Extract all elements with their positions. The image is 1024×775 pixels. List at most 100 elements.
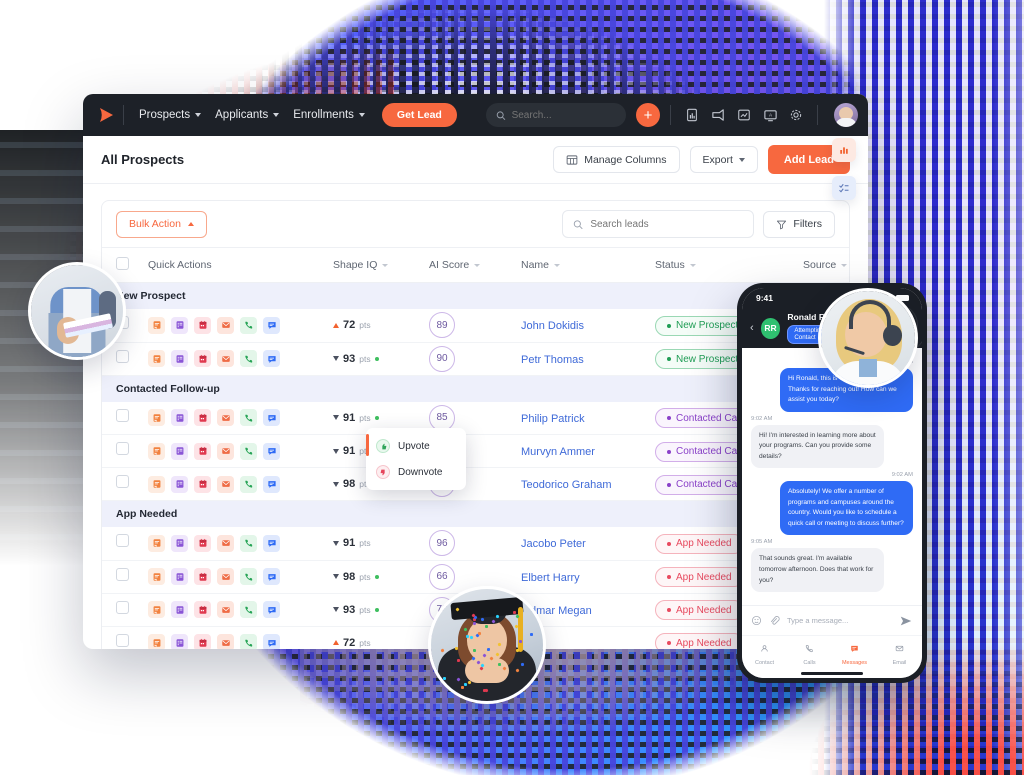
- row-checkbox[interactable]: [116, 634, 129, 647]
- column-quick-actions[interactable]: Quick Actions: [134, 248, 319, 283]
- row-checkbox[interactable]: [116, 409, 129, 422]
- task-icon[interactable]: [171, 568, 188, 585]
- email-icon[interactable]: [217, 409, 234, 426]
- note-icon[interactable]: [148, 535, 165, 552]
- name-cell[interactable]: Philip Patrick: [507, 402, 641, 435]
- phone-icon[interactable]: [240, 443, 257, 460]
- calendar-icon[interactable]: [194, 476, 211, 493]
- row-checkbox[interactable]: [116, 568, 129, 581]
- email-icon[interactable]: [217, 443, 234, 460]
- prospect-name[interactable]: Murvyn Ammer: [521, 446, 595, 458]
- prospect-name[interactable]: Petr Thomas: [521, 354, 584, 366]
- sms-icon[interactable]: [263, 317, 280, 334]
- calendar-icon[interactable]: [194, 350, 211, 367]
- filters-button[interactable]: Filters: [763, 211, 835, 238]
- sms-icon[interactable]: [263, 409, 280, 426]
- play-triangle-logo[interactable]: [93, 102, 119, 128]
- search-leads[interactable]: [562, 210, 754, 238]
- sms-icon[interactable]: [263, 601, 280, 618]
- email-icon[interactable]: [217, 535, 234, 552]
- task-icon[interactable]: [171, 476, 188, 493]
- prospect-name[interactable]: Teodorico Graham: [521, 479, 612, 491]
- calendar-icon[interactable]: [194, 535, 211, 552]
- email-icon[interactable]: [217, 476, 234, 493]
- message-input-placeholder[interactable]: Type a message...: [787, 616, 892, 625]
- calendar-icon[interactable]: [194, 568, 211, 585]
- phone-tab-contact[interactable]: Contact: [742, 636, 787, 669]
- name-cell[interactable]: Teodorico Graham: [507, 468, 641, 501]
- prospect-name[interactable]: Elbert Harry: [521, 572, 580, 584]
- name-cell[interactable]: Petr Thomas: [507, 342, 641, 375]
- export-button[interactable]: Export: [690, 146, 758, 173]
- get-lead-button[interactable]: Get Lead: [382, 103, 457, 127]
- task-icon[interactable]: [171, 535, 188, 552]
- task-icon[interactable]: [171, 443, 188, 460]
- search-input[interactable]: [512, 110, 616, 121]
- calendar-icon[interactable]: [194, 443, 211, 460]
- column-ai-score[interactable]: AI Score: [415, 248, 507, 283]
- prospect-name[interactable]: Jacobo Peter: [521, 538, 586, 550]
- column-shape-iq[interactable]: Shape IQ: [319, 248, 415, 283]
- prospect-name[interactable]: Philip Patrick: [521, 413, 585, 425]
- note-icon[interactable]: [148, 443, 165, 460]
- sms-icon[interactable]: [263, 476, 280, 493]
- analytics-icon[interactable]: [733, 104, 755, 126]
- column-source[interactable]: Source: [789, 248, 849, 283]
- name-cell[interactable]: Murvyn Ammer: [507, 435, 641, 468]
- note-icon[interactable]: [148, 476, 165, 493]
- task-icon[interactable]: [171, 317, 188, 334]
- note-icon[interactable]: [148, 601, 165, 618]
- search-leads-input[interactable]: [590, 219, 743, 230]
- task-icon[interactable]: [171, 601, 188, 618]
- announcement-icon[interactable]: [707, 104, 729, 126]
- message-thread[interactable]: 9:00 AMHi Ronald, this is Casey from Acm…: [742, 348, 922, 605]
- note-icon[interactable]: [148, 317, 165, 334]
- name-cell[interactable]: Jacobo Peter: [507, 527, 641, 560]
- email-icon[interactable]: [217, 317, 234, 334]
- global-search[interactable]: [486, 103, 626, 127]
- phone-icon[interactable]: [240, 350, 257, 367]
- column-name[interactable]: Name: [507, 248, 641, 283]
- gear-icon[interactable]: [785, 104, 807, 126]
- bulk-action-button[interactable]: Bulk Action: [116, 211, 207, 238]
- prospect-name[interactable]: John Dokidis: [521, 320, 584, 332]
- back-icon[interactable]: ‹: [750, 322, 754, 334]
- sms-icon[interactable]: [263, 443, 280, 460]
- row-checkbox[interactable]: [116, 475, 129, 488]
- upvote-menu-item[interactable]: Upvote: [366, 433, 466, 459]
- phone-icon[interactable]: [240, 601, 257, 618]
- checklist-icon[interactable]: [832, 176, 856, 200]
- manage-columns-button[interactable]: Manage Columns: [553, 146, 679, 173]
- calendar-icon[interactable]: [194, 409, 211, 426]
- nav-item-enrollments[interactable]: Enrollments: [286, 104, 372, 126]
- calendar-icon[interactable]: [194, 634, 211, 649]
- display-ad-icon[interactable]: A: [759, 104, 781, 126]
- phone-icon[interactable]: [240, 317, 257, 334]
- sms-icon[interactable]: [263, 535, 280, 552]
- task-icon[interactable]: [171, 350, 188, 367]
- phone-icon[interactable]: [240, 634, 257, 649]
- sms-icon[interactable]: [263, 350, 280, 367]
- note-icon[interactable]: [148, 409, 165, 426]
- row-checkbox[interactable]: [116, 601, 129, 614]
- note-icon[interactable]: [148, 350, 165, 367]
- row-checkbox[interactable]: [116, 534, 129, 547]
- calendar-icon[interactable]: [194, 317, 211, 334]
- email-icon[interactable]: [217, 634, 234, 649]
- user-avatar[interactable]: [834, 103, 858, 127]
- phone-icon[interactable]: [240, 568, 257, 585]
- note-icon[interactable]: [148, 634, 165, 649]
- downvote-menu-item[interactable]: Downvote: [366, 459, 466, 485]
- phone-tab-email[interactable]: Email: [877, 636, 922, 669]
- phone-tab-calls[interactable]: Calls: [787, 636, 832, 669]
- task-icon[interactable]: [171, 409, 188, 426]
- email-icon[interactable]: [217, 601, 234, 618]
- nav-item-prospects[interactable]: Prospects: [132, 104, 208, 126]
- vote-dropdown-menu[interactable]: Upvote Downvote: [366, 428, 466, 490]
- message-composer[interactable]: Type a message...: [742, 605, 922, 635]
- name-cell[interactable]: John Dokidis: [507, 309, 641, 342]
- add-new-button[interactable]: +: [636, 103, 660, 127]
- phone-icon[interactable]: [240, 535, 257, 552]
- sms-icon[interactable]: [263, 568, 280, 585]
- note-icon[interactable]: [148, 568, 165, 585]
